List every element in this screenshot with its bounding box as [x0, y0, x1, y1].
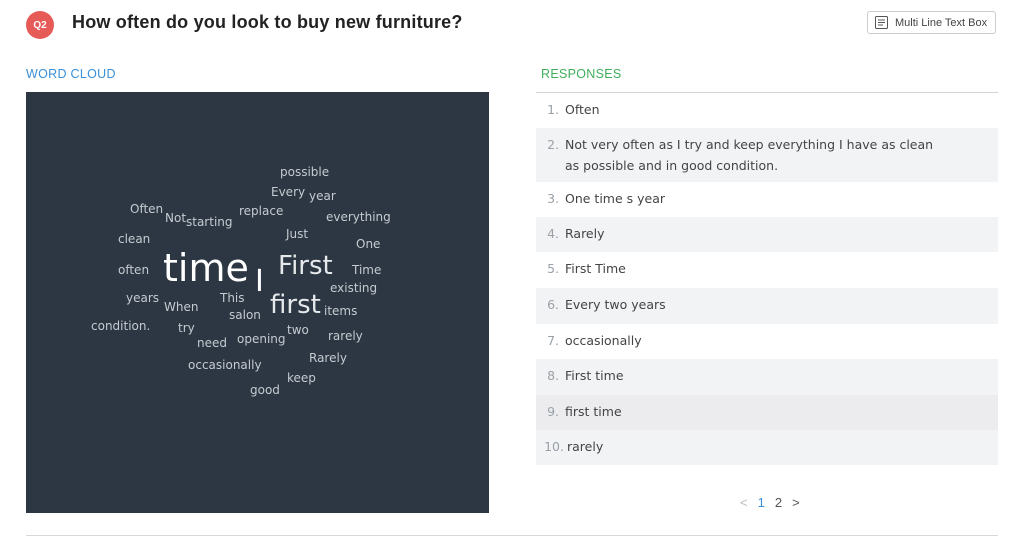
- response-row: 3. One time s year: [536, 182, 998, 217]
- response-text: Often: [565, 102, 600, 117]
- word-cloud-word: years: [126, 291, 160, 305]
- word-cloud-word: first: [270, 290, 321, 320]
- question-title: How often do you look to buy new furnitu…: [72, 12, 463, 32]
- word-cloud-word: condition.: [91, 319, 151, 333]
- response-text: Not very often as I try and keep everyth…: [565, 137, 934, 173]
- response-text: One time s year: [565, 191, 666, 206]
- response-text: occasionally: [565, 333, 642, 348]
- word-cloud-word: everything: [326, 210, 391, 224]
- word-cloud-word: This: [220, 291, 245, 305]
- response-row: 7. occasionally: [536, 324, 998, 359]
- word-cloud-word: When: [164, 300, 199, 314]
- word-cloud-word: time: [163, 246, 249, 290]
- responses-heading: RESPONSES: [541, 67, 622, 81]
- word-cloud-word: replace: [239, 204, 284, 218]
- response-text: Rarely: [565, 226, 605, 241]
- word-cloud-heading: WORD CLOUD: [26, 67, 116, 81]
- word-cloud-word: possible: [280, 165, 330, 179]
- response-number: 2.: [547, 137, 559, 152]
- response-row: 2. Not very often as I try and keep ever…: [536, 128, 998, 182]
- text-lines-icon: [875, 16, 888, 29]
- response-text: rarely: [567, 439, 604, 454]
- word-cloud-word: keep: [287, 371, 316, 385]
- question-number-badge: Q2: [26, 11, 54, 39]
- response-number: 3.: [547, 191, 559, 206]
- word-cloud-word: First: [278, 251, 333, 281]
- word-cloud-word: need: [197, 336, 227, 350]
- page-2-button[interactable]: 2: [775, 495, 782, 510]
- section-divider: [26, 535, 998, 536]
- word-cloud-word: often: [118, 263, 150, 277]
- word-cloud-word: salon: [229, 308, 261, 322]
- response-row: 10. rarely: [536, 430, 998, 465]
- response-row: 5. First Time: [536, 252, 998, 288]
- word-cloud-word: rarely: [328, 329, 363, 343]
- word-cloud-word: two: [287, 323, 309, 337]
- question-type-label: Multi Line Text Box: [895, 16, 988, 29]
- response-row: 4. Rarely: [536, 217, 998, 252]
- pagination: < 1 2 >: [740, 495, 800, 510]
- page-1-button[interactable]: 1: [758, 495, 765, 510]
- word-cloud-word: Not: [165, 211, 187, 225]
- word-cloud-word: I: [255, 264, 264, 299]
- word-cloud-word: year: [309, 189, 336, 203]
- word-cloud-word: try: [178, 321, 195, 335]
- word-cloud-word: occasionally: [188, 358, 262, 372]
- word-cloud-word: Rarely: [309, 351, 347, 365]
- word-cloud-word: Time: [352, 263, 382, 277]
- word-cloud-word: opening: [237, 332, 286, 346]
- response-row: 8. First time: [536, 359, 998, 395]
- response-number: 9.: [547, 404, 559, 419]
- response-text: First Time: [565, 261, 626, 276]
- response-number: 4.: [547, 226, 559, 241]
- word-cloud: possible Every year Often Not starting r…: [26, 92, 489, 513]
- response-row: 9. first time: [536, 395, 998, 430]
- next-page-button[interactable]: >: [792, 495, 800, 510]
- word-cloud-word: existing: [330, 281, 378, 295]
- response-row: 6. Every two years: [536, 288, 998, 324]
- word-cloud-word: Just: [286, 227, 309, 241]
- response-row: 1. Often: [536, 93, 998, 128]
- word-cloud-word: clean: [118, 232, 151, 246]
- word-cloud-word: One: [356, 237, 381, 251]
- response-number: 7.: [547, 333, 559, 348]
- response-number: 8.: [547, 368, 559, 383]
- question-type-button[interactable]: Multi Line Text Box: [867, 11, 996, 34]
- word-cloud-word: starting: [186, 215, 233, 229]
- word-cloud-word: Every: [271, 185, 306, 199]
- response-number: 6.: [547, 297, 559, 312]
- response-number: 10.: [544, 439, 564, 454]
- response-text: Every two years: [565, 297, 666, 312]
- response-text: First time: [565, 368, 624, 383]
- response-number: 5.: [547, 261, 559, 276]
- word-cloud-word: items: [324, 304, 358, 318]
- word-cloud-word: Often: [130, 202, 164, 216]
- response-text: first time: [565, 404, 622, 419]
- response-number: 1.: [547, 102, 559, 117]
- word-cloud-word: good: [250, 383, 280, 397]
- previous-page-button[interactable]: <: [740, 495, 748, 510]
